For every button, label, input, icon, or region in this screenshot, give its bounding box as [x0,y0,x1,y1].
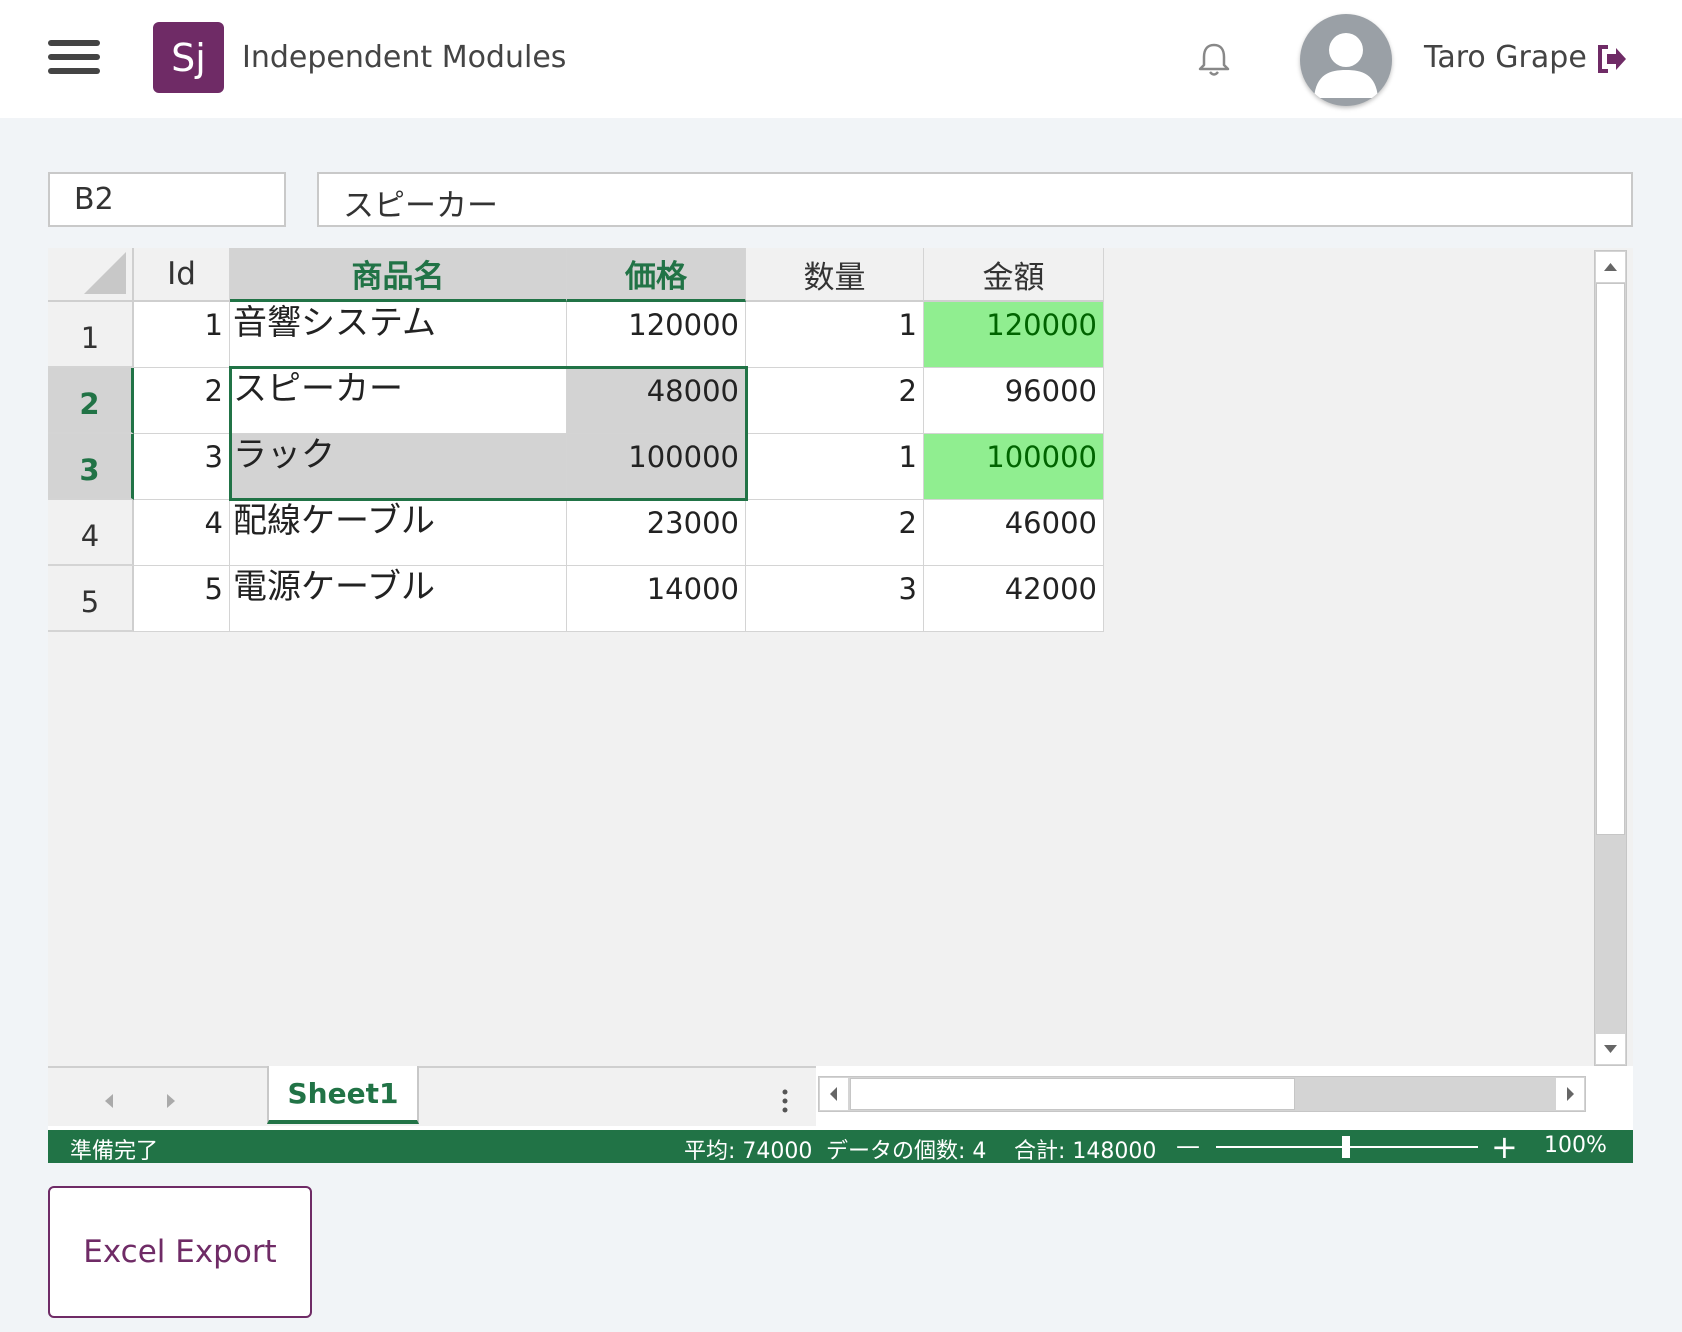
sheet-tab-bar: Sheet1 [48,1066,1633,1132]
column-header-price[interactable]: 価格 [567,248,746,302]
cell-name[interactable]: ラック [230,434,567,500]
app-logo[interactable]: Sj [153,22,224,93]
status-sum: 合計: 148000 [1014,1139,1157,1164]
cell-qty[interactable]: 3 [746,566,924,632]
arrow-right-icon [1567,1087,1574,1101]
scroll-right-button[interactable] [1556,1078,1584,1110]
status-bar: 準備完了 平均: 74000 データの個数: 4 合計: 148000 — + … [48,1128,1633,1166]
top-navbar: Sj Independent Modules Taro Grape [0,0,1682,118]
cell-id[interactable]: 1 [134,302,230,368]
row-header-4[interactable]: 4 [48,500,134,566]
column-header-id[interactable]: Id [134,248,230,302]
cell-price[interactable]: 48000 [567,368,746,434]
corner-select-icon [84,252,126,294]
arrow-left-icon [830,1087,837,1101]
menu-icon[interactable] [46,38,102,76]
zoom-in-button[interactable]: + [1491,1128,1518,1166]
horizontal-scrollbar[interactable] [818,1076,1586,1112]
cell-price[interactable]: 120000 [567,302,746,368]
cell-price[interactable]: 23000 [567,500,746,566]
row-header-2[interactable]: 2 [48,368,134,434]
vertical-scrollbar[interactable] [1594,250,1627,1066]
excel-export-button[interactable]: Excel Export [48,1186,312,1318]
cell-price[interactable]: 14000 [567,566,746,632]
row-header-5[interactable]: 5 [48,566,134,632]
row-header-3[interactable]: 3 [48,434,134,500]
cell-qty[interactable]: 2 [746,500,924,566]
cell-name[interactable]: 音響システム [230,302,567,368]
column-header-name[interactable]: 商品名 [230,248,567,302]
cell-amount[interactable]: 100000 [924,434,1104,500]
more-vert-icon[interactable] [780,1086,790,1116]
arrow-right-icon[interactable] [160,1088,182,1114]
tab-strip: Sheet1 [48,1066,816,1126]
tab-sheet1[interactable]: Sheet1 [267,1066,419,1124]
user-name[interactable]: Taro Grape [1424,40,1587,75]
status-average: 平均: 74000 [684,1139,813,1164]
cell-price[interactable]: 100000 [567,434,746,500]
cell-name[interactable]: 配線ケーブル [230,500,567,566]
cell-amount[interactable]: 46000 [924,500,1104,566]
zoom-slider-thumb[interactable] [1342,1136,1350,1158]
cell-name-active[interactable]: スピーカー [230,368,567,434]
cell-id[interactable]: 4 [134,500,230,566]
column-header-qty[interactable]: 数量 [746,248,924,302]
column-header-amount[interactable]: 金額 [924,248,1104,302]
status-ready: 準備完了 [70,1139,159,1164]
horizontal-scroll-thumb[interactable] [850,1078,1295,1110]
avatar-icon[interactable] [1300,14,1392,106]
cell-qty[interactable]: 2 [746,368,924,434]
scroll-up-button[interactable] [1596,252,1625,282]
bell-icon[interactable] [1194,40,1234,80]
select-all-corner[interactable] [48,248,134,302]
row-header-1[interactable]: 1 [48,302,134,368]
cell-amount[interactable]: 42000 [924,566,1104,632]
cell-id[interactable]: 2 [134,368,230,434]
cell-id[interactable]: 5 [134,566,230,632]
arrow-down-icon [1604,1045,1617,1053]
formula-input[interactable]: スピーカー [317,172,1633,227]
app-title: Independent Modules [242,40,567,75]
cell-reference-box[interactable]: B2 [48,172,286,227]
cell-qty[interactable]: 1 [746,434,924,500]
cell-id[interactable]: 3 [134,434,230,500]
vertical-scroll-thumb[interactable] [1596,283,1625,835]
zoom-level: 100% [1544,1133,1607,1158]
status-count: データの個数: 4 [826,1139,987,1164]
arrow-up-icon [1604,263,1617,271]
scroll-left-button[interactable] [820,1078,848,1110]
cell-qty[interactable]: 1 [746,302,924,368]
cell-amount[interactable]: 96000 [924,368,1104,434]
logout-icon[interactable] [1596,44,1628,74]
scroll-down-button[interactable] [1596,1034,1625,1064]
zoom-out-button[interactable]: — [1176,1132,1200,1160]
cell-amount[interactable]: 120000 [924,302,1104,368]
cell-name[interactable]: 電源ケーブル [230,566,567,632]
spreadsheet: Id 商品名 価格 数量 金額 1 1 音響システム 120000 1 1200… [48,248,1633,1132]
arrow-left-icon[interactable] [98,1088,120,1114]
